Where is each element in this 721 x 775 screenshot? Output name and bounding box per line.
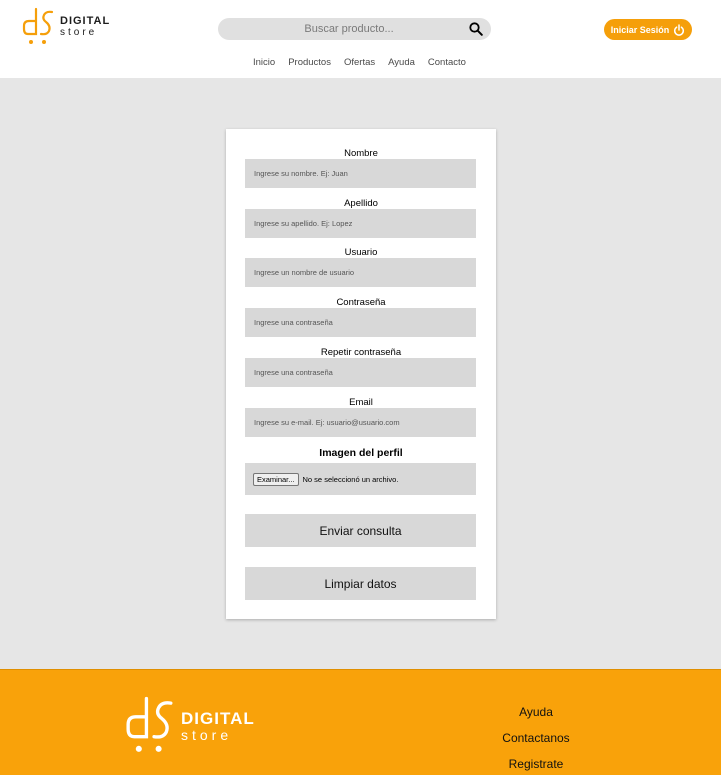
search-icon[interactable] <box>469 22 483 36</box>
search-bar <box>218 18 491 40</box>
footer-logo[interactable]: DIGITAL store <box>125 694 255 758</box>
nombre-field[interactable] <box>245 159 476 188</box>
login-button[interactable]: Iniciar Sesión <box>604 19 692 40</box>
repeat-password-field[interactable] <box>245 358 476 387</box>
footer-logo-mark-icon <box>126 696 173 752</box>
brand-word-1: DIGITAL <box>60 15 111 27</box>
login-button-label: Iniciar Sesión <box>610 24 670 35</box>
search-input[interactable] <box>218 18 468 40</box>
main-nav: Inicio Productos Ofertas Ayuda Contacto <box>253 57 466 68</box>
site-footer: DIGITAL store Ayuda Contactanos Registra… <box>0 669 721 775</box>
nombre-label: Nombre <box>344 148 378 159</box>
footer-link-registrate[interactable]: Registrate <box>509 757 564 772</box>
profile-image-input: Examinar... No se seleccionó un archivo. <box>245 463 476 495</box>
file-status-text: No se seleccionó un archivo. <box>302 474 399 484</box>
usuario-label: Usuario <box>344 247 378 258</box>
footer-brand-word-1: DIGITAL <box>181 709 255 728</box>
nav-item-productos[interactable]: Productos <box>288 57 331 68</box>
footer-link-contactanos[interactable]: Contactanos <box>502 731 569 746</box>
profile-image-label: Imagen del perfil <box>319 447 403 459</box>
site-header: DIGITAL store Iniciar Sesión Inicio Prod… <box>0 0 721 78</box>
repeat-password-label: Repetir contraseña <box>320 347 402 358</box>
submit-button[interactable]: Enviar consulta <box>245 514 476 547</box>
browse-file-button[interactable]: Examinar... <box>253 472 299 486</box>
footer-brand-word-2: store <box>181 727 233 743</box>
usuario-field[interactable] <box>245 258 476 287</box>
password-field[interactable] <box>245 308 476 337</box>
nav-item-ofertas[interactable]: Ofertas <box>344 57 375 68</box>
brand-logo[interactable]: DIGITAL store <box>22 6 110 48</box>
reset-button[interactable]: Limpiar datos <box>245 567 476 600</box>
footer-links: Ayuda Contactanos Registrate <box>486 705 586 772</box>
email-field[interactable] <box>245 408 476 437</box>
nav-item-ayuda[interactable]: Ayuda <box>388 57 415 68</box>
brand-word-2: store <box>60 27 98 38</box>
apellido-field[interactable] <box>245 209 476 238</box>
power-icon <box>674 23 685 36</box>
password-label: Contraseña <box>336 297 386 308</box>
nav-item-inicio[interactable]: Inicio <box>253 57 275 68</box>
registration-form: Nombre Apellido Usuario Contraseña Repet… <box>226 129 496 619</box>
email-label: Email <box>349 397 373 408</box>
apellido-label: Apellido <box>344 198 378 209</box>
logo-mark-icon <box>22 7 54 44</box>
nav-item-contacto[interactable]: Contacto <box>428 57 466 68</box>
footer-link-ayuda[interactable]: Ayuda <box>519 705 553 720</box>
